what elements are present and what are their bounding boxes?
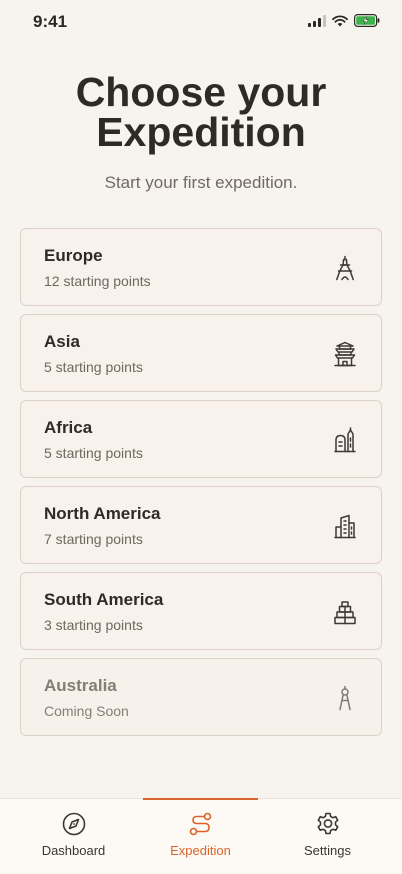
region-name: Europe <box>44 246 103 265</box>
region-status: Coming Soon <box>44 703 129 719</box>
skyscraper-icon <box>333 513 357 539</box>
region-card-asia[interactable]: Asia 5 starting points <box>20 314 382 392</box>
region-starting-points: 3 starting points <box>44 617 143 633</box>
expedition-screen: 9:41 Choose your Expedition Start your f… <box>0 0 402 874</box>
tab-settings[interactable]: Settings <box>270 799 385 874</box>
tab-label: Dashboard <box>41 843 106 858</box>
region-name: South America <box>44 590 164 609</box>
tab-expedition[interactable]: Expedition <box>143 798 258 874</box>
region-starting-points: 7 starting points <box>44 531 143 547</box>
page-subtitle: Start your first expedition. <box>104 173 298 192</box>
region-starting-points: 12 starting points <box>44 273 151 289</box>
region-card-europe[interactable]: Europe 12 starting points <box>20 228 382 306</box>
pyramid-icon <box>333 599 357 625</box>
region-card-north-america[interactable]: North America 7 starting points <box>20 486 382 564</box>
region-card-australia: Australia Coming Soon <box>20 658 382 736</box>
region-starting-points: 5 starting points <box>44 359 143 375</box>
gear-icon <box>315 811 341 837</box>
region-name: Australia <box>44 676 117 695</box>
page-title: Choose your Expedition <box>0 69 402 155</box>
status-time: 9:41 <box>33 12 68 31</box>
region-name: Africa <box>44 418 93 437</box>
cellular-signal-icon <box>308 14 326 27</box>
page-title-line-2: Expedition <box>96 109 306 155</box>
region-card-africa[interactable]: Africa 5 starting points <box>20 400 382 478</box>
tab-dashboard[interactable]: Dashboard <box>16 799 131 874</box>
african-buildings-icon <box>333 427 357 453</box>
status-icons <box>308 14 380 27</box>
compass-icon <box>61 811 87 837</box>
tab-bar: Dashboard Expedition Settings <box>0 798 402 874</box>
status-bar: 9:41 <box>0 0 402 44</box>
pagoda-icon <box>333 341 357 367</box>
region-list: Europe 12 starting points Asia 5 startin… <box>20 228 382 744</box>
tab-label: Expedition <box>170 843 231 858</box>
compass-tool-icon <box>333 685 357 711</box>
region-name: North America <box>44 504 161 523</box>
eiffel-tower-icon <box>333 255 357 281</box>
wifi-icon <box>332 14 348 27</box>
region-name: Asia <box>44 332 80 351</box>
page-title-line-1: Choose your <box>75 69 327 115</box>
active-tab-indicator <box>143 798 258 800</box>
tab-label: Settings <box>304 843 351 858</box>
route-icon <box>188 811 214 837</box>
region-card-south-america[interactable]: South America 3 starting points <box>20 572 382 650</box>
battery-charging-icon <box>354 14 380 27</box>
region-starting-points: 5 starting points <box>44 445 143 461</box>
